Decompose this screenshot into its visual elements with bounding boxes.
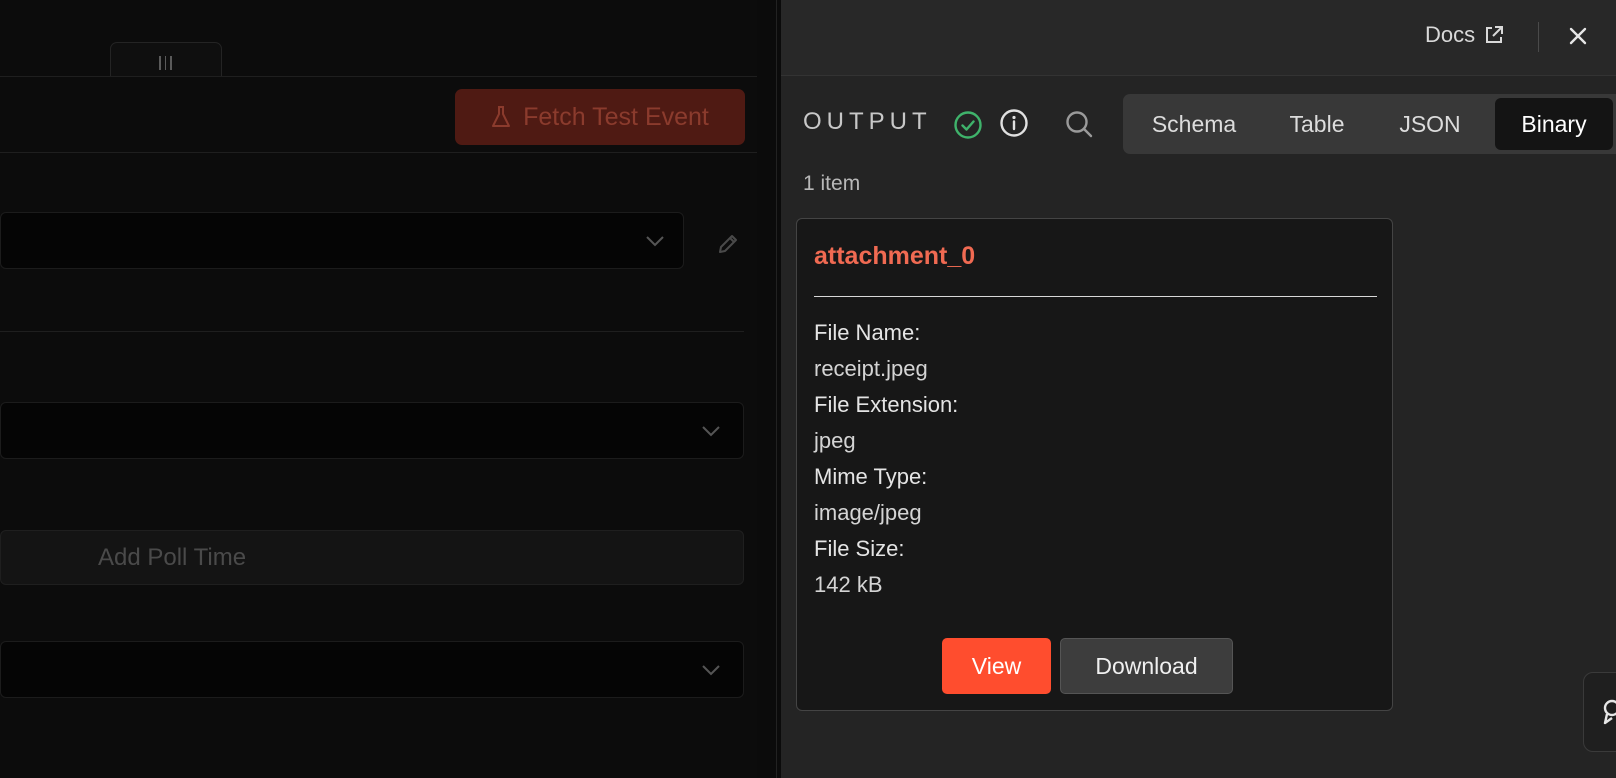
file-size-label: File Size: bbox=[814, 536, 905, 561]
mailbox-select[interactable] bbox=[0, 402, 744, 459]
file-extension-label: File Extension: bbox=[814, 392, 959, 417]
assistant-icon bbox=[1603, 699, 1616, 725]
panel-drag-handle[interactable] bbox=[110, 42, 222, 77]
grip-icon bbox=[159, 56, 172, 70]
divider bbox=[0, 76, 757, 77]
success-check-icon bbox=[954, 111, 982, 139]
divider bbox=[0, 152, 757, 153]
search-icon[interactable] bbox=[1064, 109, 1094, 139]
file-metadata: File Name: receipt.jpeg File Extension: … bbox=[814, 315, 958, 603]
header-separator bbox=[1538, 22, 1539, 52]
chevron-down-icon bbox=[646, 235, 664, 246]
add-poll-time-button[interactable]: Add Poll Time bbox=[0, 530, 744, 585]
chevron-down-icon bbox=[702, 664, 720, 675]
file-size-value: 142 kB bbox=[814, 572, 883, 597]
item-count: 1 item bbox=[803, 172, 861, 195]
tab-json[interactable]: JSON bbox=[1375, 98, 1485, 150]
divider bbox=[0, 331, 744, 332]
docs-link[interactable]: Docs bbox=[1425, 22, 1505, 48]
output-view-tabs: Schema Table JSON Binary bbox=[1123, 94, 1616, 154]
divider bbox=[814, 296, 1377, 297]
mime-type-value: image/jpeg bbox=[814, 500, 922, 525]
docs-label: Docs bbox=[1425, 22, 1476, 47]
pencil-icon[interactable] bbox=[716, 232, 740, 256]
file-extension-value: jpeg bbox=[814, 428, 856, 453]
view-button[interactable]: View bbox=[942, 638, 1051, 694]
file-name-label: File Name: bbox=[814, 320, 921, 345]
output-title: OUTPUT bbox=[803, 108, 932, 135]
fetch-test-event-label: Fetch Test Event bbox=[523, 102, 709, 131]
credential-select[interactable] bbox=[0, 212, 684, 269]
mime-type-label: Mime Type: bbox=[814, 464, 928, 489]
file-name-value: receipt.jpeg bbox=[814, 356, 928, 381]
chevron-down-icon bbox=[702, 425, 720, 436]
event-select[interactable] bbox=[0, 641, 744, 698]
flask-icon bbox=[492, 106, 511, 127]
output-panel: Docs OUTPUT Schema Table JSON Binary 1 i… bbox=[781, 0, 1616, 778]
tab-table[interactable]: Table bbox=[1263, 98, 1371, 150]
external-link-icon bbox=[1486, 26, 1504, 43]
node-parameters-panel: Fetch Test Event Add Poll Time bbox=[0, 0, 757, 778]
panel-divider[interactable] bbox=[776, 0, 777, 778]
tab-schema[interactable]: Schema bbox=[1133, 98, 1255, 150]
binary-file-card: attachment_0 File Name: receipt.jpeg Fil… bbox=[796, 218, 1393, 711]
binary-property-name: attachment_0 bbox=[814, 242, 976, 270]
close-icon[interactable] bbox=[1566, 24, 1590, 48]
tab-binary[interactable]: Binary bbox=[1495, 98, 1613, 150]
output-header: Docs bbox=[781, 0, 1616, 76]
fetch-test-event-button[interactable]: Fetch Test Event bbox=[455, 89, 745, 145]
info-icon[interactable] bbox=[999, 108, 1029, 138]
download-button[interactable]: Download bbox=[1060, 638, 1233, 694]
assistant-button[interactable] bbox=[1583, 672, 1616, 752]
